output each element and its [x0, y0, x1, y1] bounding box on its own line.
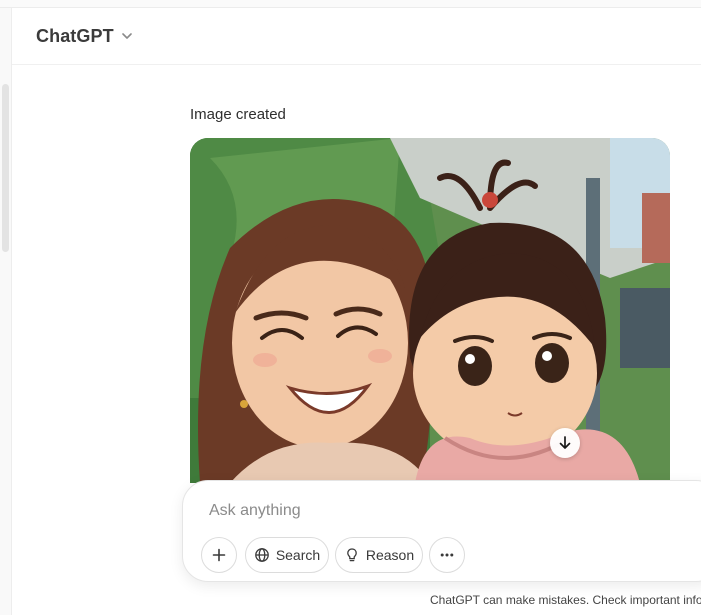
disclaimer-text: ChatGPT can make mistakes. Check importa… [430, 593, 701, 607]
model-selector-button[interactable]: ChatGPT [36, 26, 134, 47]
globe-icon [254, 548, 269, 562]
attach-button[interactable] [201, 537, 237, 573]
prompt-input[interactable] [209, 499, 679, 523]
message-composer: Search Reason [182, 480, 701, 582]
window-top-edge [0, 0, 701, 8]
reason-button[interactable]: Reason [335, 537, 423, 573]
more-tools-button[interactable] [429, 537, 465, 573]
sidebar-scrollbar[interactable] [2, 84, 9, 252]
generated-image[interactable] [190, 138, 670, 483]
plus-icon [212, 548, 226, 562]
reason-button-label: Reason [365, 547, 415, 563]
image-status-label: Image created [190, 106, 286, 123]
chat-header: ChatGPT [12, 8, 701, 65]
download-image-button[interactable] [550, 428, 580, 458]
search-button-label: Search [275, 547, 321, 563]
ellipsis-icon [440, 553, 454, 557]
chevron-down-icon [121, 33, 132, 39]
model-name: ChatGPT [36, 25, 114, 46]
chat-app: ChatGPT Image created Ask anything Searc… [0, 0, 701, 615]
lightbulb-icon [347, 548, 357, 562]
arrow-down-icon [559, 436, 571, 449]
search-button[interactable]: Search [245, 537, 329, 573]
sidebar-collapsed[interactable] [0, 8, 12, 615]
generated-image-illustration [190, 138, 670, 483]
